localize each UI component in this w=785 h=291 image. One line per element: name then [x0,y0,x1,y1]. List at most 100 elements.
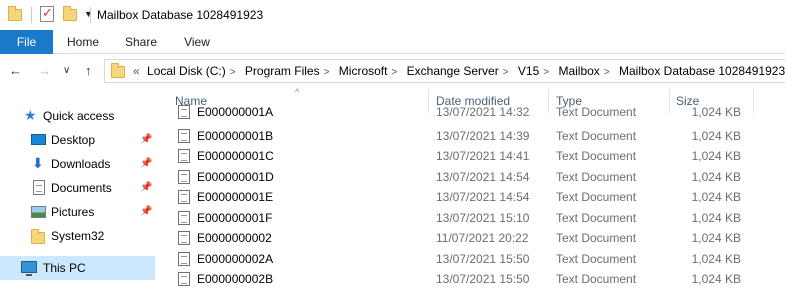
chevron-right-icon[interactable]: > [543,67,549,78]
pin-icon[interactable]: 📌 [140,200,152,224]
toolbar-separator [31,7,32,23]
file-date-modified: 13/07/2021 14:32 [436,105,530,119]
breadcrumb: « Local Disk (C:) > Program Files > Micros… [133,60,785,82]
chevron-right-icon[interactable]: > [391,67,397,78]
sort-ascending-icon: ^ [295,87,300,97]
file-type: Text Document [556,105,637,119]
desktop-icon [31,134,46,145]
sidebar-item-desktop[interactable]: Desktop 📌 [0,128,155,152]
file-size: 1,024 KB [691,251,741,266]
file-row[interactable]: E000000001D 13/07/2021 14:54 Text Document… [157,167,785,187]
file-size: 1,024 KB [691,128,741,143]
chevron-right-icon[interactable]: > [324,67,330,78]
pictures-icon [31,206,46,218]
file-size: 1,024 KB [691,105,741,119]
breadcrumb-item[interactable]: Program Files [245,64,320,78]
customize-dropdown-icon[interactable]: ▼ [84,9,93,19]
file-row[interactable]: E000000001A 13/07/2021 14:32 Text Document… [157,102,785,122]
sidebar-item-documents[interactable]: Documents 📌 [0,176,155,200]
text-document-icon [178,169,190,184]
breadcrumb-item[interactable]: Local Disk (C:) [147,64,226,78]
file-name: E000000001D [197,169,274,184]
recent-locations-icon[interactable]: ∨ [63,65,70,76]
file-type: Text Document [556,169,637,184]
sidebar-item-system32[interactable]: System32 [0,224,155,248]
file-row[interactable]: E000000001E 13/07/2021 14:54 Text Document… [157,187,785,207]
pc-icon [21,261,37,276]
folder-icon[interactable] [8,6,22,21]
file-type: Text Document [556,272,637,286]
navigation-bar: ← → ∨ ↑ « Local Disk (C:) > Program Files… [0,55,785,87]
file-date-modified: 13/07/2021 15:10 [436,210,530,225]
title-bar: ▼ Mailbox Database 1028491923 [0,0,785,30]
file-date-modified: 13/07/2021 14:41 [436,149,530,163]
file-row[interactable]: E0000000002 11/07/2021 20:22 Text Document… [157,228,785,248]
documents-icon [33,180,45,195]
breadcrumb-item[interactable]: Exchange Server [407,64,499,78]
chevron-right-icon[interactable]: > [604,67,610,78]
sidebar-item-label: Desktop [51,133,96,147]
file-row[interactable]: E000000001B 13/07/2021 14:39 Text Document… [157,126,785,146]
chevron-right-icon[interactable]: > [230,67,236,78]
new-folder-icon[interactable] [63,6,77,21]
sidebar-item-downloads[interactable]: ⬇ Downloads 📌 [0,152,155,176]
file-date-modified: 13/07/2021 15:50 [436,251,530,266]
file-name: E000000001C [197,149,274,163]
tab-view[interactable]: View [173,30,221,54]
back-arrow-icon[interactable]: ← [9,63,22,78]
file-date-modified: 13/07/2021 14:39 [436,128,530,143]
file-row[interactable]: E000000002A 13/07/2021 15:50 Text Document… [157,249,785,269]
text-document-icon [178,105,190,119]
download-icon: ⬇ [32,155,44,171]
address-bar[interactable]: « Local Disk (C:) > Program Files > Micros… [104,59,785,83]
file-row[interactable]: E000000001C 13/07/2021 14:41 Text Document… [157,146,785,166]
star-icon: ★ [24,107,37,123]
sidebar-item-label: This PC [43,261,86,275]
tab-home[interactable]: Home [57,30,109,54]
forward-arrow-icon[interactable]: → [38,63,51,78]
file-type: Text Document [556,210,637,225]
pin-icon[interactable]: 📌 [140,176,152,200]
file-name: E000000001F [197,210,273,225]
file-name: E000000001B [197,128,274,143]
sidebar-item-this-pc[interactable]: This PC [0,256,155,280]
properties-icon[interactable] [40,5,54,22]
text-document-icon [178,272,190,286]
breadcrumb-overflow[interactable]: « [133,64,140,78]
breadcrumb-item[interactable]: Mailbox [558,64,599,78]
file-name: E0000000002 [197,231,272,245]
window-title: Mailbox Database 1028491923 [97,8,264,22]
text-document-icon [178,128,190,143]
pin-icon[interactable]: 📌 [140,128,152,152]
breadcrumb-item[interactable]: Microsoft [339,64,388,78]
sidebar-item-quick-access[interactable]: ★ Quick access [0,104,155,128]
up-arrow-icon[interactable]: ↑ [85,63,92,78]
file-date-modified: 13/07/2021 15:50 [436,272,530,286]
file-type: Text Document [556,149,637,163]
file-size: 1,024 KB [691,272,741,286]
file-size: 1,024 KB [691,169,741,184]
sidebar-item-pictures[interactable]: Pictures 📌 [0,200,155,224]
sidebar-item-label: Pictures [51,205,95,219]
file-size: 1,024 KB [691,210,741,225]
file-date-modified: 13/07/2021 14:54 [436,190,530,204]
file-row[interactable]: E000000001F 13/07/2021 15:10 Text Document… [157,208,785,228]
breadcrumb-item[interactable]: V15 [518,64,539,78]
file-name: E000000001A [197,105,274,119]
chevron-right-icon[interactable]: > [503,67,509,78]
file-date-modified: 11/07/2021 20:22 [436,231,529,245]
text-document-icon [178,149,190,163]
file-row[interactable]: E000000002B 13/07/2021 15:50 Text Document… [157,269,785,289]
file-name: E000000001E [197,190,274,204]
pin-icon[interactable]: 📌 [140,152,152,176]
tab-share[interactable]: Share [115,30,167,54]
breadcrumb-item[interactable]: Mailbox Database 1028491923 [619,64,785,78]
sidebar-item-label: Quick access [43,109,115,123]
file-size: 1,024 KB [691,149,741,163]
folder-icon [31,229,45,244]
toolbar-separator [90,7,91,23]
text-document-icon [178,210,190,225]
file-name: E000000002B [197,272,274,286]
file-type: Text Document [556,128,637,143]
tab-file[interactable]: File [0,30,53,54]
